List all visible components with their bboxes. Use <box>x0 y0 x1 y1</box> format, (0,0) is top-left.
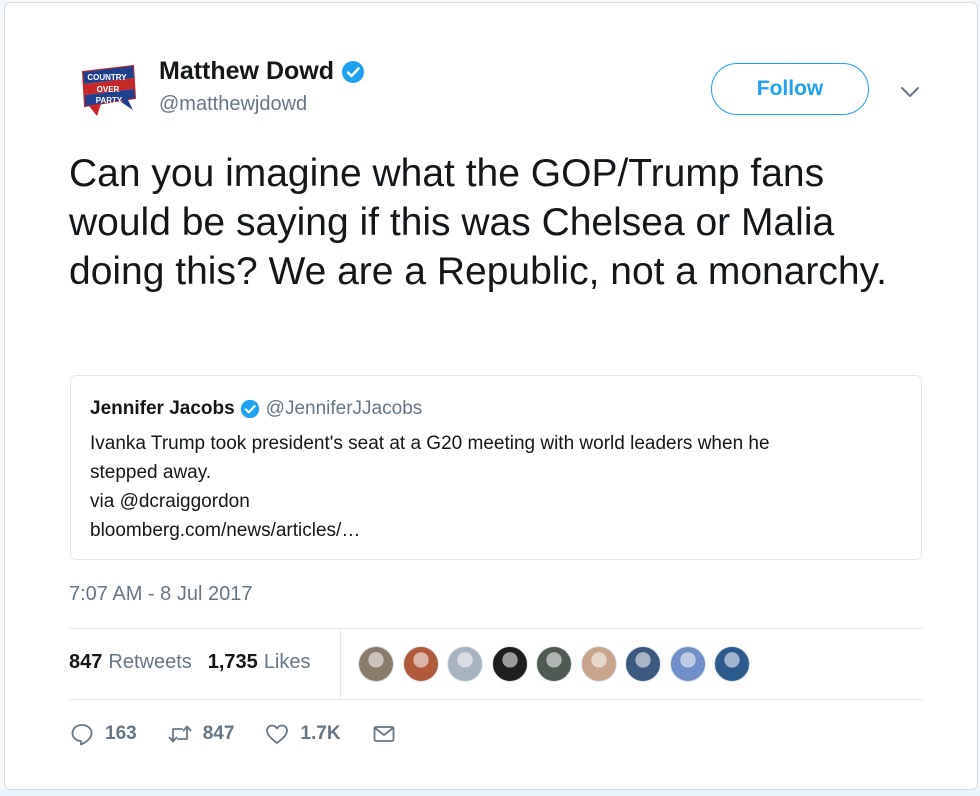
liker-avatar-1[interactable] <box>358 646 394 682</box>
svg-text:COUNTRY: COUNTRY <box>87 73 127 82</box>
liker-avatar-3[interactable] <box>447 646 483 682</box>
reply-icon <box>71 724 93 746</box>
retweet-count: 847 <box>202 723 235 744</box>
retweets-label: Retweets <box>108 651 192 673</box>
liker-avatar-2[interactable] <box>402 646 439 682</box>
like-count: 1.7K <box>300 723 341 744</box>
quoted-tweet-line: stepped away. <box>90 462 212 483</box>
quoted-author-handle: @JenniferJJacobs <box>265 398 423 419</box>
quoted-author-name: Jennifer Jacobs <box>90 398 235 419</box>
quoted-tweet-line: via @dcraiggordon <box>90 491 250 512</box>
likers-avatars <box>358 646 759 682</box>
tweet-timestamp[interactable]: 7:07 AM - 8 Jul 2017 <box>69 583 252 606</box>
bottom-edge <box>0 790 980 796</box>
reply-button[interactable]: 163 <box>69 721 137 747</box>
quoted-tweet-text: Ivanka Trump took president's seat at a … <box>90 429 890 545</box>
follow-button[interactable]: Follow <box>711 63 869 115</box>
likes-stat[interactable]: 1,735 Likes <box>208 651 311 674</box>
author-name-row[interactable]: Matthew Dowd <box>159 57 365 86</box>
author-avatar[interactable]: COUNTRY OVER PARTY <box>77 58 139 120</box>
envelope-icon <box>373 726 394 742</box>
tweet-text: Can you imagine what the GOP/Trump fans … <box>69 152 888 293</box>
liker-avatar-7[interactable] <box>625 646 661 682</box>
reply-count: 163 <box>105 723 137 744</box>
liker-avatar-9[interactable] <box>714 646 750 682</box>
chevron-down-icon[interactable] <box>899 81 921 103</box>
liker-avatar-5[interactable] <box>536 646 572 682</box>
author-name[interactable]: Matthew Dowd <box>159 57 334 86</box>
liker-avatar-6[interactable] <box>580 646 617 682</box>
quoted-tweet-line: Ivanka Trump took president's seat at a … <box>90 433 770 454</box>
liker-avatar-4[interactable] <box>491 646 528 682</box>
liker-avatar-8[interactable] <box>669 646 706 682</box>
tweet-actions: 163 847 1.7K <box>69 721 437 747</box>
tweet-stats: 847 Retweets 1,735 Likes <box>69 651 327 674</box>
verified-badge-icon <box>240 399 259 419</box>
direct-message-button[interactable] <box>371 721 407 747</box>
svg-text:PARTY: PARTY <box>96 96 123 105</box>
tweet-card: COUNTRY OVER PARTY Matthew Dowd @matthew… <box>4 2 978 790</box>
stats-divider <box>340 630 341 700</box>
retweets-stat[interactable]: 847 Retweets <box>69 651 192 674</box>
quoted-tweet[interactable]: Jennifer Jacobs @JenniferJJacobs Ivanka … <box>70 375 922 560</box>
like-button[interactable]: 1.7K <box>264 721 341 747</box>
author-handle[interactable]: @matthewjdowd <box>159 93 307 116</box>
quoted-tweet-link: bloomberg.com/news/articles/… <box>90 520 361 541</box>
divider <box>69 699 923 700</box>
retweets-count: 847 <box>69 651 103 673</box>
quoted-tweet-header: Jennifer Jacobs @JenniferJJacobs <box>90 398 422 420</box>
divider <box>69 628 923 629</box>
svg-text:OVER: OVER <box>97 85 120 94</box>
retweet-icon <box>168 725 192 743</box>
verified-badge-icon <box>342 60 364 83</box>
retweet-button[interactable]: 847 <box>167 721 235 747</box>
heart-icon <box>266 724 289 744</box>
likes-count: 1,735 <box>207 651 258 673</box>
likes-label: Likes <box>263 651 311 673</box>
